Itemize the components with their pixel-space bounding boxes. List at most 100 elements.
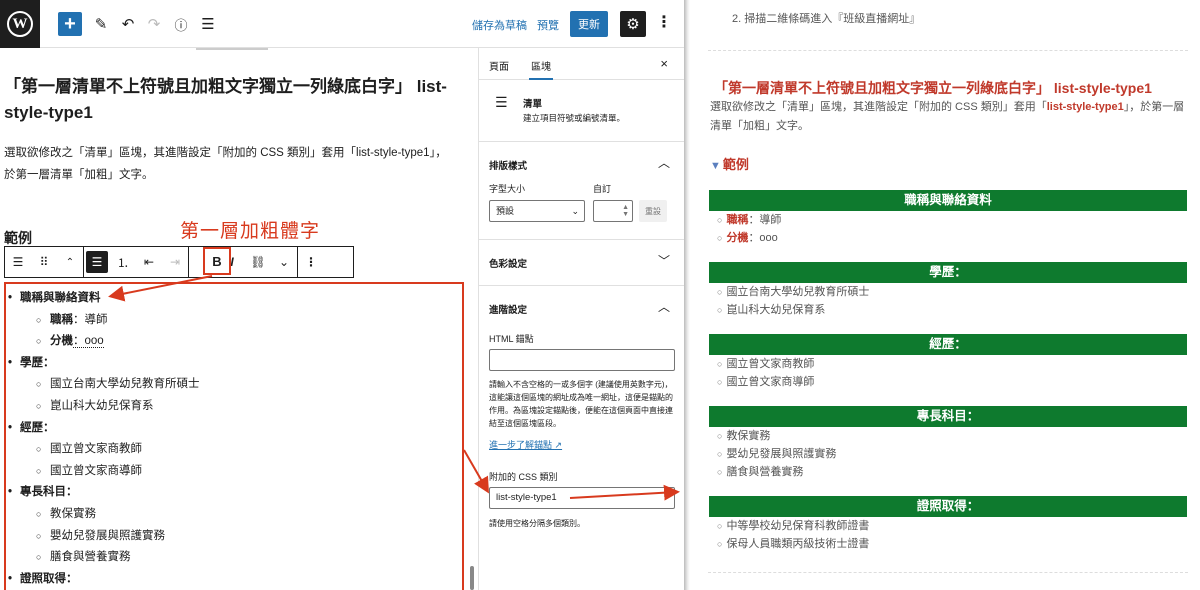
sidebar-tabs: 頁面 區塊 × (479, 48, 686, 80)
item-value: 嬰幼兒發展與照護實務 (726, 448, 837, 460)
green-section-bar: 職稱與聯絡資料 (709, 190, 1187, 211)
list-item: ○ 中等學校幼兒保育科教師證書 (709, 517, 1187, 535)
item-key: 職稱 (50, 313, 73, 326)
list-item: ○ 崑山科大幼兒保育系 (709, 301, 1187, 319)
redo-icon[interactable]: ↷ (142, 12, 166, 36)
toolbar-separator (83, 247, 84, 277)
update-button[interactable]: 更新 (570, 11, 608, 37)
preview-button[interactable]: 預覽 (537, 17, 559, 33)
tab-block[interactable]: 區塊 (529, 58, 553, 80)
editor-list[interactable]: 職稱與聯絡資料 職稱：導師 分機：ooo 學歷： 國立台南大學幼兒教育所碩士 崑… (8, 288, 200, 590)
css-class-help-text: 請使用空格分隔多個類別。 (489, 519, 585, 528)
chevron-down-icon[interactable]: ﹀ (658, 252, 670, 269)
anchor-input[interactable] (489, 349, 675, 371)
learn-more-link[interactable]: 進一步了解錨點 ↗ (489, 438, 562, 451)
indent-icon[interactable]: ⇥ (162, 247, 188, 277)
list-block-icon: ☰ (495, 94, 508, 110)
add-block-button[interactable]: + (58, 12, 82, 36)
css-class-input[interactable]: list-style-type1 (489, 487, 675, 509)
custom-size-label: 自訂 (593, 184, 612, 194)
preview-divider (708, 50, 1188, 51)
block-divider (196, 48, 268, 50)
list-item[interactable]: 嬰幼兒發展與照護實務 (8, 526, 200, 548)
preview-divider (708, 572, 1188, 573)
list-item[interactable]: 分機：ooo (8, 331, 200, 353)
list-item[interactable]: 國立台南大學幼兒教育所碩士 (8, 374, 200, 396)
green-section-bar: 學歷： (709, 262, 1187, 283)
save-draft-button[interactable]: 儲存為草稿 (472, 17, 527, 33)
item-value: ：導師 (73, 313, 108, 326)
bullet-icon: ○ (717, 305, 723, 315)
wordpress-logo[interactable]: W (0, 0, 40, 48)
preview-top-item: 2. 掃描二維條碼進入『班級直播網址』 (732, 13, 921, 25)
list-item[interactable]: 證照取得： (8, 569, 200, 590)
list-view-icon[interactable]: ☰ (196, 12, 220, 36)
canvas-scrollbar[interactable] (470, 566, 474, 590)
example-heading[interactable]: 範例 (4, 228, 32, 248)
green-section-bar: 專長科目： (709, 406, 1187, 427)
font-size-select[interactable]: 預設 ⌄ (489, 200, 585, 222)
list-block-icon[interactable]: ☰ (5, 247, 31, 277)
green-section-bar: 經歷： (709, 334, 1187, 355)
item-value: 國立曾文家商教師 (726, 358, 815, 370)
color-title[interactable]: 色彩設定 (489, 256, 527, 270)
list-item[interactable]: 經歷： (8, 418, 200, 440)
chevron-up-icon[interactable]: ︿ (658, 298, 670, 315)
item-value: ：ooo (73, 335, 104, 349)
item-value: ：ooo (748, 232, 778, 244)
list-item[interactable]: 崑山科大幼兒保育系 (8, 396, 200, 418)
info-icon[interactable]: ⓘ (169, 12, 193, 36)
more-format-chevron-icon[interactable]: ⌄ (271, 247, 297, 277)
tab-page[interactable]: 頁面 (489, 58, 509, 73)
item-value: 國立曾文家商導師 (726, 376, 815, 388)
unordered-list-icon[interactable]: ☰ (86, 251, 108, 273)
link-icon[interactable]: ⛓ (245, 247, 271, 277)
item-value: 國立台南大學幼兒教育所碩士 (726, 286, 870, 298)
undo-icon[interactable]: ↶ (116, 12, 140, 36)
close-icon[interactable]: × (660, 56, 668, 71)
list-item: ○ 保母人員職類丙級技術士證書 (709, 535, 1187, 553)
ordered-list-icon[interactable]: ⒈ (110, 247, 136, 277)
color-panel: 色彩設定 ﹀ (479, 240, 686, 286)
custom-size-input[interactable]: ▲ ▼ (593, 200, 633, 222)
list-item[interactable]: 國立曾文家商教師 (8, 439, 200, 461)
chevron-up-icon[interactable]: ︿ (658, 154, 670, 171)
list-item[interactable]: 教保實務 (8, 504, 200, 526)
list-item[interactable]: 學歷： (8, 353, 200, 375)
edit-tool-icon[interactable]: ✎ (89, 12, 113, 36)
move-up-down-icon[interactable]: ⌃ (57, 247, 83, 277)
list-item[interactable]: 專長科目： (8, 482, 200, 504)
preview-example-text: 範例 (722, 157, 749, 172)
outdent-icon[interactable]: ⇤ (136, 247, 162, 277)
intro-paragraph[interactable]: 選取欲修改之「清單」區塊，其進階設定「附加的 CSS 類別」套用「list-st… (4, 142, 454, 186)
list-item[interactable]: 膳食與營養實務 (8, 547, 200, 569)
bullet-icon: ○ (717, 431, 723, 441)
item-value: ：導師 (748, 214, 782, 226)
advanced-title[interactable]: 進階設定 (489, 302, 527, 316)
item-value: 中等學校幼兒保育科教師證書 (726, 520, 870, 532)
bold-button[interactable]: B (203, 247, 231, 275)
typography-title[interactable]: 排版樣式 (489, 158, 527, 172)
anchor-help-text: 請輸入不含空格的一或多個字 (建議使用英數字元)，這能讓這個區塊的網址成為唯一網… (489, 380, 673, 428)
bullet-icon: ○ (717, 215, 723, 225)
spinner-icon[interactable]: ▲ ▼ (622, 204, 629, 218)
list-item: ○ 教保實務 (709, 427, 1187, 445)
external-link-icon: ↗ (554, 440, 563, 450)
more-options-icon[interactable]: ⋮ (656, 12, 672, 32)
item-value: 保母人員職類丙級技術士證書 (726, 538, 870, 550)
block-options-icon[interactable]: ⋮ (298, 247, 324, 277)
item-key: 分機 (50, 335, 73, 348)
bullet-icon: ○ (717, 539, 723, 549)
post-heading[interactable]: 「第一層清單不上符號且加粗文字獨立一列綠底白字」 list-style-type… (4, 74, 464, 126)
settings-gear-icon[interactable]: ⚙ (620, 11, 646, 37)
green-section-bar: 證照取得： (709, 496, 1187, 517)
drag-handle-icon[interactable]: ⠿ (31, 247, 57, 277)
preview-example-heading: ▼ 範例 (710, 154, 749, 173)
reset-button[interactable]: 重設 (639, 200, 667, 222)
list-item[interactable]: 職稱：導師 (8, 310, 200, 332)
bullet-icon: ○ (717, 377, 723, 387)
list-item[interactable]: 國立曾文家商導師 (8, 461, 200, 483)
list-item: ○ 國立台南大學幼兒教育所碩士 (709, 283, 1187, 301)
block-toolbar: ☰ ⠿ ⌃ ☰ ⒈ ⇤ ⇥ I ⛓ ⌄ ⋮ (4, 246, 354, 278)
list-item[interactable]: 職稱與聯絡資料 (8, 288, 200, 310)
